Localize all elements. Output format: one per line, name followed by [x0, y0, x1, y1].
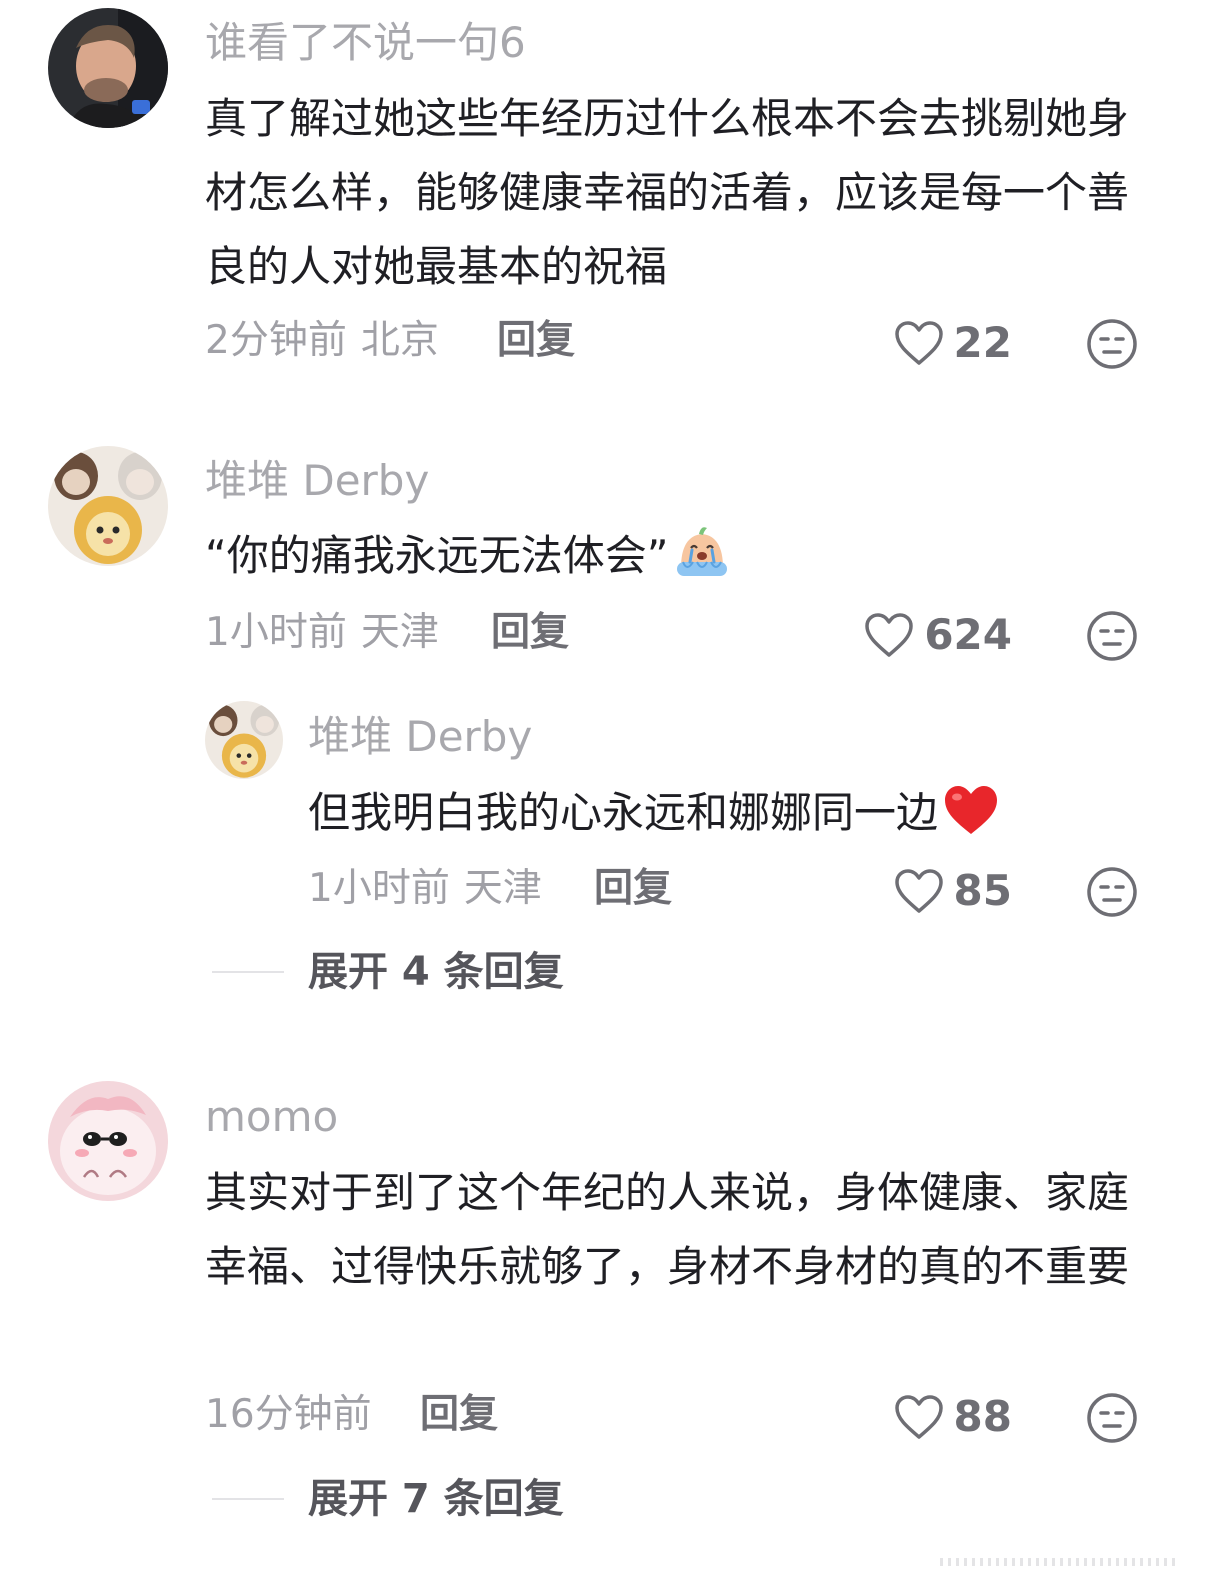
- expand-divider: [212, 971, 284, 973]
- comment-text-content: “你的痛我永远无法体会”: [205, 531, 669, 580]
- comment-time: 16分钟前: [205, 1392, 372, 1437]
- red-heart-emoji-icon: [942, 783, 1000, 860]
- comments-page: 谁看了不说一句6 真了解过她这些年经历过什么根本不会去挑剔她身材怎么样，能够健康…: [0, 0, 1206, 1594]
- heart-outline-icon: [894, 869, 943, 913]
- reply-text: 但我明白我的心永远和娜娜同一边: [308, 776, 1168, 860]
- like-button[interactable]: 22: [880, 315, 1012, 371]
- avatar[interactable]: [48, 1081, 168, 1201]
- reply-meta: 1小时前 天津: [308, 866, 542, 912]
- dislike-button[interactable]: [1086, 318, 1138, 370]
- comment-time: 2分钟前: [205, 318, 347, 363]
- like-count: 624: [924, 610, 1012, 659]
- reply-username[interactable]: 堆堆 Derby: [308, 712, 532, 762]
- dislike-button[interactable]: [1086, 866, 1138, 918]
- comment-text: “你的痛我永远无法体会”: [205, 519, 1145, 603]
- heart-outline-icon: [865, 613, 914, 657]
- reply-button[interactable]: 回复: [491, 610, 569, 656]
- watermark-icon: [940, 1558, 1175, 1566]
- meh-face-icon: [1087, 319, 1137, 369]
- like-count: 88: [953, 1392, 1012, 1441]
- comment-meta: 2分钟前 北京: [205, 318, 439, 364]
- comment-location: 北京: [360, 318, 439, 363]
- expand-replies-button[interactable]: 展开 7 条回复: [308, 1475, 564, 1523]
- comment-meta: 1小时前 天津: [205, 610, 439, 656]
- like-count: 85: [953, 866, 1012, 915]
- reply-button[interactable]: 回复: [497, 318, 575, 364]
- comment-text: 真了解过她这些年经历过什么根本不会去挑剔她身材怎么样，能够健康幸福的活着，应该是…: [205, 94, 1130, 291]
- comment-meta: 16分钟前: [205, 1392, 372, 1438]
- reply-text-content: 但我明白我的心永远和娜娜同一边: [308, 788, 939, 837]
- plush-toys-avatar-icon: [48, 446, 168, 566]
- dislike-button[interactable]: [1086, 1392, 1138, 1444]
- heart-outline-icon: [894, 1395, 943, 1439]
- comment-username[interactable]: momo: [205, 1092, 338, 1142]
- avatar[interactable]: [48, 8, 168, 128]
- comment-username[interactable]: 谁看了不说一句6: [205, 18, 526, 68]
- like-button[interactable]: 88: [880, 1389, 1012, 1445]
- expand-replies-button[interactable]: 展开 4 条回复: [308, 948, 564, 996]
- man-portrait-avatar-icon: [48, 8, 168, 128]
- avatar[interactable]: [48, 446, 168, 566]
- like-button[interactable]: 85: [880, 863, 1012, 919]
- comment-username[interactable]: 堆堆 Derby: [205, 456, 429, 506]
- dislike-button[interactable]: [1086, 610, 1138, 662]
- meh-face-icon: [1087, 1393, 1137, 1443]
- heart-outline-icon: [894, 321, 943, 365]
- reply-time: 1小时前: [308, 866, 450, 911]
- expand-divider: [212, 1498, 284, 1500]
- plush-toys-avatar-icon: [205, 701, 283, 779]
- reply-location: 天津: [463, 866, 542, 911]
- like-button[interactable]: 624: [850, 607, 1012, 663]
- reply-button[interactable]: 回复: [594, 866, 672, 912]
- like-count: 22: [953, 318, 1012, 367]
- meh-face-icon: [1087, 867, 1137, 917]
- reply-button[interactable]: 回复: [420, 1392, 498, 1438]
- comment-text: 其实对于到了这个年纪的人来说，身体健康、家庭幸福、过得快乐就够了，身材不身材的真…: [205, 1168, 1130, 1291]
- meh-face-icon: [1087, 611, 1137, 661]
- pink-cartoon-avatar-icon: [48, 1081, 168, 1201]
- comment-time: 1小时前: [205, 610, 347, 655]
- comment-location: 天津: [360, 610, 439, 655]
- crying-face-emoji-icon: [673, 522, 731, 603]
- reply-avatar[interactable]: [205, 701, 283, 779]
